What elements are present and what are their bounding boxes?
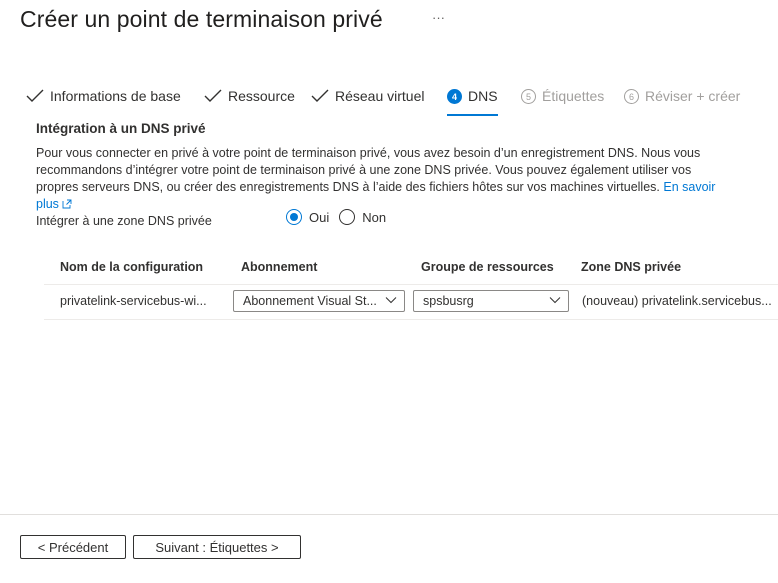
resource-group-value: spsbusrg <box>423 294 474 308</box>
tab-label: DNS <box>468 88 498 104</box>
tab-reseau-virtuel[interactable]: Réseau virtuel <box>311 88 425 118</box>
subscription-value: Abonnement Visual St... <box>243 294 377 308</box>
table-row: privatelink-servicebus-wi... Abonnement … <box>44 285 778 320</box>
next-button[interactable]: Suivant : Étiquettes > <box>133 535 301 559</box>
checkmark-icon <box>204 89 222 102</box>
config-name-cell: privatelink-servicebus-wi... <box>60 294 207 308</box>
column-header-resource-group: Groupe de ressources <box>421 260 554 274</box>
step-4-icon: 4 <box>447 89 462 104</box>
more-options-button[interactable]: ··· <box>432 10 445 25</box>
subscription-dropdown[interactable]: Abonnement Visual St... <box>233 290 405 312</box>
tab-etiquettes[interactable]: 5 Étiquettes <box>521 88 604 118</box>
checkmark-icon <box>26 89 44 102</box>
column-header-subscription: Abonnement <box>241 260 318 274</box>
tab-dns[interactable]: 4 DNS <box>447 88 498 118</box>
private-dns-zone-cell: (nouveau) privatelink.servicebus... <box>582 294 772 308</box>
table-header: Nom de la configuration Abonnement Group… <box>44 252 778 285</box>
tab-label: Réviser + créer <box>645 88 741 104</box>
previous-button[interactable]: < Précédent <box>20 535 126 559</box>
dns-config-table: Nom de la configuration Abonnement Group… <box>44 252 778 320</box>
integrate-dns-label: Intégrer à une zone DNS privée <box>36 214 212 228</box>
tab-informations-de-base[interactable]: Informations de base <box>26 88 181 118</box>
tab-ressource[interactable]: Ressource <box>204 88 295 118</box>
step-6-icon: 6 <box>624 89 639 104</box>
integrate-dns-radio-group: Oui Non <box>286 209 396 225</box>
chevron-down-icon <box>549 297 561 304</box>
tab-label: Informations de base <box>50 88 181 104</box>
section-title: Intégration à un DNS privé <box>36 121 206 136</box>
tab-label: Réseau virtuel <box>335 88 425 104</box>
section-description: Pour vous connecter en privé à votre poi… <box>36 145 736 213</box>
description-text: Pour vous connecter en privé à votre poi… <box>36 146 701 194</box>
footer-divider <box>0 514 778 515</box>
radio-label: Oui <box>309 209 330 225</box>
radio-non[interactable]: Non <box>339 209 386 225</box>
tab-reviser-creer[interactable]: 6 Réviser + créer <box>624 88 740 118</box>
radio-label: Non <box>362 209 387 225</box>
external-link-icon <box>62 199 72 209</box>
active-tab-indicator <box>447 114 498 116</box>
radio-unchecked-icon <box>339 209 356 225</box>
column-header-config-name: Nom de la configuration <box>60 260 204 274</box>
chevron-down-icon <box>385 297 397 304</box>
radio-checked-icon <box>286 209 302 225</box>
radio-oui[interactable]: Oui <box>286 209 329 225</box>
page-title: Créer un point de terminaison privé <box>20 6 383 32</box>
tab-label: Étiquettes <box>542 88 605 104</box>
checkmark-icon <box>311 89 329 102</box>
step-5-icon: 5 <box>521 89 536 104</box>
resource-group-dropdown[interactable]: spsbusrg <box>413 290 569 312</box>
column-header-private-dns-zone: Zone DNS privée <box>581 260 682 274</box>
wizard-tabs: Informations de base Ressource Réseau vi… <box>26 88 778 118</box>
tab-label: Ressource <box>228 88 295 104</box>
